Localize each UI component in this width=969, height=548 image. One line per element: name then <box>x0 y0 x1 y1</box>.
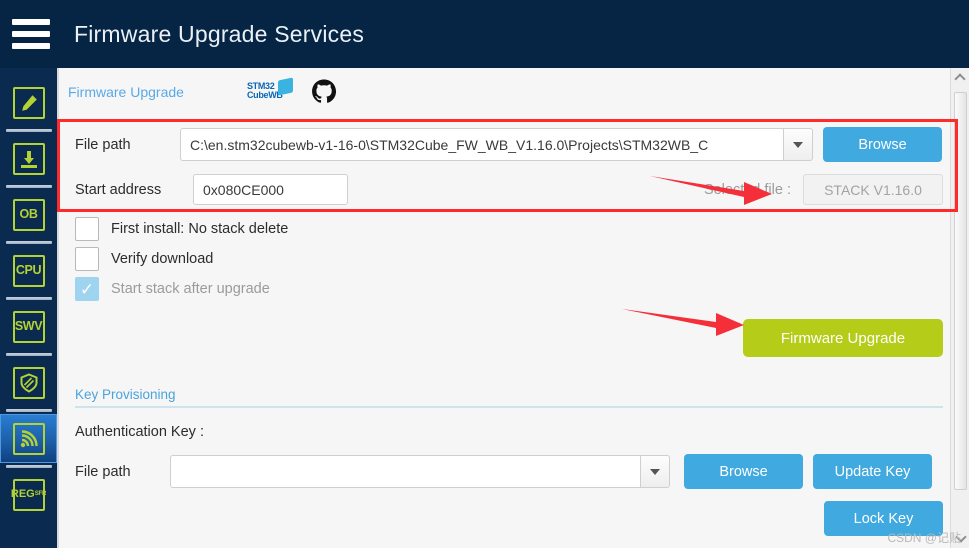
sidebar-item-register-viewer[interactable]: REG SFR <box>0 470 57 519</box>
checkbox-label-first-install: First install: No stack delete <box>111 221 289 237</box>
check-mark-icon: ✓ <box>79 279 95 299</box>
key-provisioning-section: Key Provisioning <box>75 387 953 408</box>
start-address-row: Start address 0x080CE000 Selected file :… <box>75 174 953 205</box>
lock-key-row: Lock Key <box>75 501 953 536</box>
sidebar-divider <box>5 185 52 188</box>
hamburger-bar <box>12 19 50 25</box>
file-path-row: File path C:\en.stm32cubewb-v1-16-0\STM3… <box>75 127 953 162</box>
key-file-path-input[interactable] <box>170 455 640 488</box>
sidebar: OB CPU SWV REG SFR <box>0 68 57 548</box>
hamburger-bar <box>12 43 50 49</box>
wireless-signal-icon <box>12 422 45 455</box>
sidebar-item-firmware-upgrade-services[interactable] <box>0 414 57 463</box>
tab-firmware-upgrade[interactable]: Firmware Upgrade <box>68 84 184 100</box>
key-file-path-dropdown-button[interactable] <box>640 455 670 488</box>
sidebar-item-option-bytes[interactable]: OB <box>0 190 57 239</box>
app-header: Firmware Upgrade Services <box>0 0 969 68</box>
chevron-up-icon <box>954 73 966 85</box>
checkbox-first-install[interactable] <box>75 217 99 241</box>
github-icon[interactable] <box>311 79 337 105</box>
browse-firmware-button[interactable]: Browse <box>823 127 942 162</box>
shield-icon <box>12 366 45 399</box>
page-title: Firmware Upgrade Services <box>74 20 365 47</box>
key-file-path-row: File path Browse Update Key <box>75 454 953 489</box>
checkbox-row-verify-download: Verify download <box>75 247 953 271</box>
section-divider <box>75 406 943 408</box>
key-file-path-label: File path <box>75 463 131 480</box>
pencil-edit-icon <box>12 86 45 119</box>
sidebar-divider <box>5 353 52 356</box>
sidebar-item-erasing-programming[interactable] <box>0 78 57 127</box>
vertical-scrollbar[interactable] <box>950 68 969 548</box>
upgrade-options-group: First install: No stack delete Verify do… <box>75 217 953 301</box>
file-path-dropdown-button[interactable] <box>783 128 813 161</box>
chevron-down-icon <box>793 141 803 148</box>
key-provisioning-label[interactable]: Key Provisioning <box>75 387 943 402</box>
file-path-label: File path <box>75 136 131 153</box>
start-address-label: Start address <box>75 181 162 198</box>
checkbox-label-verify-download: Verify download <box>111 251 214 267</box>
start-address-input[interactable]: 0x080CE000 <box>193 174 348 205</box>
sidebar-item-serial-wire-viewer[interactable]: SWV <box>0 302 57 351</box>
register-icon-label: REG <box>10 488 35 500</box>
chevron-down-icon <box>650 468 660 475</box>
hamburger-icon[interactable] <box>12 19 50 49</box>
register-icon-sub: SFR <box>34 491 47 497</box>
selected-file-label: Selected file : <box>703 181 791 198</box>
watermark: CSDN @记贴 <box>887 531 961 545</box>
sidebar-divider <box>5 241 52 244</box>
file-path-combo[interactable]: C:\en.stm32cubewb-v1-16-0\STM32Cube_FW_W… <box>180 128 813 161</box>
scrollbar-thumb[interactable] <box>954 92 967 490</box>
update-key-button[interactable]: Update Key <box>813 454 932 489</box>
swv-icon: SWV <box>12 310 45 343</box>
selected-file-value: STACK V1.16.0 <box>803 174 943 205</box>
key-file-path-combo[interactable] <box>170 455 670 488</box>
sidebar-divider <box>5 129 52 132</box>
firmware-upgrade-button[interactable]: Firmware Upgrade <box>743 319 943 357</box>
sidebar-item-security[interactable] <box>0 358 57 407</box>
file-path-input[interactable]: C:\en.stm32cubewb-v1-16-0\STM32Cube_FW_W… <box>180 128 783 161</box>
firmware-upgrade-form: File path C:\en.stm32cubewb-v1-16-0\STM3… <box>59 127 969 536</box>
option-bytes-icon: OB <box>12 198 45 231</box>
app-window: Firmware Upgrade Services OB CPU SWV REG… <box>0 0 969 548</box>
register-icon: REG SFR <box>10 478 47 511</box>
download-icon <box>12 142 45 175</box>
sidebar-divider <box>5 409 52 412</box>
sidebar-item-memory-file-editing[interactable] <box>0 134 57 183</box>
sidebar-divider <box>5 465 52 468</box>
checkbox-verify-download[interactable] <box>75 247 99 271</box>
cpu-icon: CPU <box>12 254 45 287</box>
sidebar-divider <box>5 297 52 300</box>
checkbox-label-start-stack: Start stack after upgrade <box>111 281 270 297</box>
hamburger-bar <box>12 31 50 37</box>
tab-bar: Firmware Upgrade STM32 CubeWB <box>59 68 969 116</box>
checkbox-row-start-stack: ✓ Start stack after upgrade <box>75 277 953 301</box>
upgrade-action-row: Firmware Upgrade <box>75 319 953 357</box>
stm32cubewb-logo: STM32 CubeWB <box>247 77 295 105</box>
scroll-up-button[interactable] <box>951 68 969 87</box>
checkbox-row-first-install: First install: No stack delete <box>75 217 953 241</box>
checkbox-start-stack-after-upgrade: ✓ <box>75 277 99 301</box>
browse-key-button[interactable]: Browse <box>684 454 803 489</box>
sidebar-item-cpu-core[interactable]: CPU <box>0 246 57 295</box>
authentication-key-label: Authentication Key : <box>75 424 204 440</box>
content-panel: Firmware Upgrade STM32 CubeWB File path <box>57 68 969 548</box>
cube-icon <box>277 77 293 96</box>
